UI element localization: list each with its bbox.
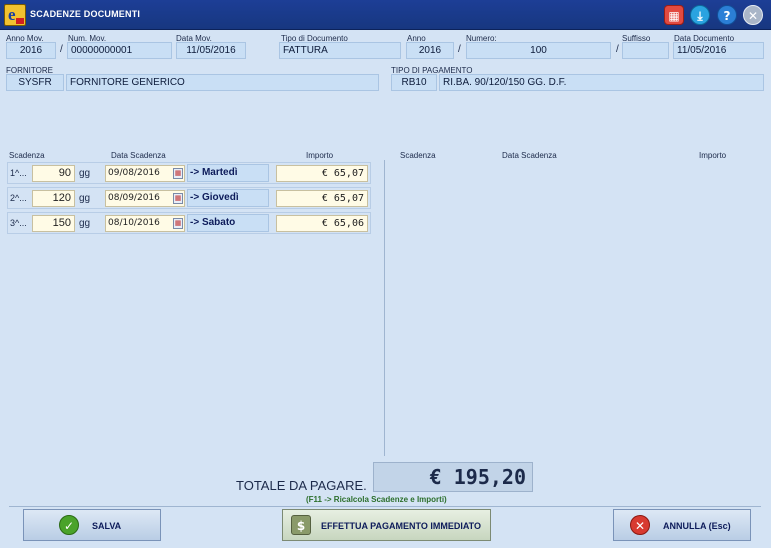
- window-title: SCADENZE DOCUMENTI: [30, 9, 141, 19]
- days-input[interactable]: 150: [32, 215, 75, 232]
- data-mov-field: 11/05/2016: [176, 42, 246, 59]
- amount-input[interactable]: € 65,07: [276, 190, 368, 207]
- amount-input[interactable]: € 65,07: [276, 165, 368, 182]
- cancel-icon: ✕: [630, 515, 650, 535]
- col-scadenza-right: Scadenza: [400, 151, 436, 160]
- payment-code-field: RB10: [391, 74, 437, 91]
- close-icon[interactable]: ✕: [743, 5, 763, 25]
- days-unit: gg: [79, 168, 91, 179]
- tipo-doc-field: FATTURA: [279, 42, 401, 59]
- col-importo-left: Importo: [306, 151, 334, 160]
- help-icon[interactable]: ?: [717, 5, 737, 25]
- weekday-label: -> Giovedì: [187, 189, 269, 207]
- anno-field: 2016: [406, 42, 454, 59]
- check-icon: ✓: [59, 515, 79, 535]
- col-data-scadenza-left: Data Scadenza: [111, 151, 166, 160]
- installment-row: 2^... 120 gg 08/09/2016 ▦ -> Giovedì € 65…: [7, 187, 371, 209]
- anno-mov-field: 2016: [6, 42, 56, 59]
- supplier-name-field: FORNITORE GENERICO: [66, 74, 379, 91]
- download-icon[interactable]: ⤓: [690, 5, 710, 25]
- days-input[interactable]: 90: [32, 165, 75, 182]
- installment-number: 3^...: [10, 218, 27, 228]
- due-date-input[interactable]: 08/09/2016 ▦: [105, 190, 185, 207]
- numero-field: 100: [466, 42, 611, 59]
- cash-register-icon: $: [291, 515, 311, 535]
- title-bar: e SCADENZE DOCUMENTI ▦ ⤓ ? ✕: [0, 0, 771, 30]
- days-unit: gg: [79, 218, 91, 229]
- weekday-label: -> Sabato: [187, 214, 269, 232]
- due-date-input[interactable]: 08/10/2016 ▦: [105, 215, 185, 232]
- save-button[interactable]: ✓ SALVA: [23, 509, 161, 541]
- payment-description-field: RI.BA. 90/120/150 GG. D.F.: [439, 74, 764, 91]
- installment-row: 3^... 150 gg 08/10/2016 ▦ -> Sabato € 65,…: [7, 212, 371, 234]
- col-importo-right: Importo: [699, 151, 727, 160]
- installment-row: 1^... 90 gg 09/08/2016 ▦ -> Martedì € 65,…: [7, 162, 371, 184]
- app-logo-icon: e: [4, 4, 26, 26]
- data-doc-field: 11/05/2016: [673, 42, 764, 59]
- suffisso-field: [622, 42, 669, 59]
- num-mov-field: 00000000001: [67, 42, 172, 59]
- cancel-button[interactable]: ✕ ANNULLA (Esc): [613, 509, 751, 541]
- weekday-label: -> Martedì: [187, 164, 269, 182]
- footer-divider: [9, 506, 761, 507]
- days-unit: gg: [79, 193, 91, 204]
- supplier-code-field: SYSFR: [6, 74, 64, 91]
- col-scadenza-left: Scadenza: [9, 151, 45, 160]
- amount-input[interactable]: € 65,06: [276, 215, 368, 232]
- calculator-icon[interactable]: ▦: [664, 5, 684, 25]
- recalc-hint: (F11 -> Ricalcola Scadenze e Importi): [306, 495, 447, 504]
- column-divider: [384, 160, 385, 456]
- calendar-icon[interactable]: ▦: [173, 218, 183, 229]
- installment-number: 2^...: [10, 193, 27, 203]
- installment-number: 1^...: [10, 168, 27, 178]
- calendar-icon[interactable]: ▦: [173, 168, 183, 179]
- col-data-scadenza-right: Data Scadenza: [502, 151, 557, 160]
- due-date-input[interactable]: 09/08/2016 ▦: [105, 165, 185, 182]
- total-label: TOTALE DA PAGARE.: [236, 478, 367, 493]
- calendar-icon[interactable]: ▦: [173, 193, 183, 204]
- pay-now-button[interactable]: $ EFFETTUA PAGAMENTO IMMEDIATO: [282, 509, 491, 541]
- total-value: € 195,20: [373, 462, 533, 492]
- days-input[interactable]: 120: [32, 190, 75, 207]
